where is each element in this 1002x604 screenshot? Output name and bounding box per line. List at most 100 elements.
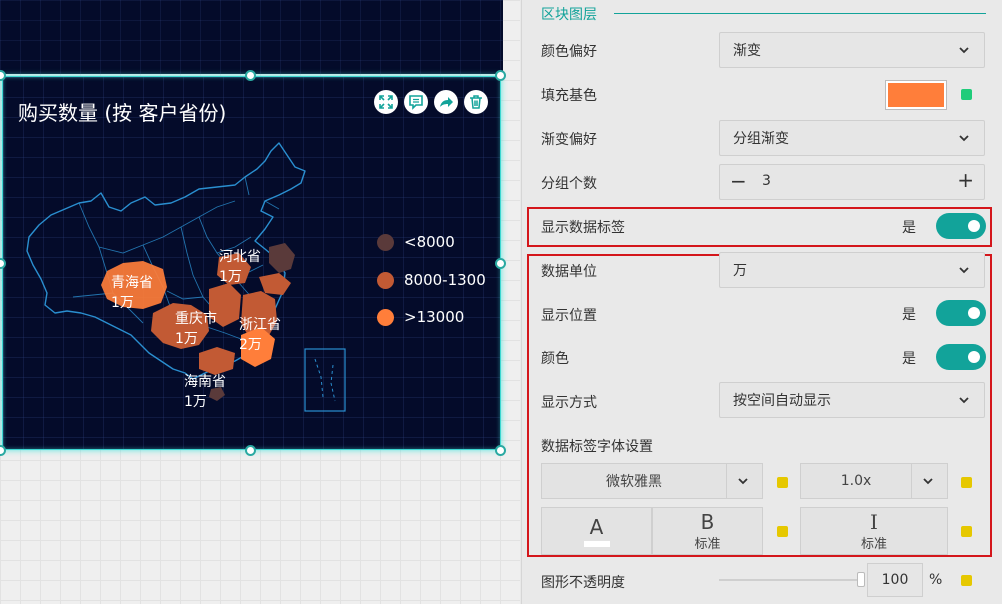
map-label-chongqing: 重庆市 1万 [175, 309, 217, 349]
display-mode-label: 显示方式 [541, 395, 597, 411]
toggle-knob [968, 220, 980, 232]
select-value: 分组渐变 [733, 131, 789, 147]
select-value: 渐变 [733, 43, 761, 59]
south-china-sea-inset [304, 348, 346, 412]
group-count-stepper[interactable]: − 3 + [719, 164, 985, 200]
data-unit-label: 数据单位 [541, 264, 597, 280]
resize-handle[interactable] [245, 445, 256, 456]
properties-panel: 区块图层 颜色偏好 渐变 填充基色 渐变偏好 分组渐变 分组个数 − 3 + 显… [521, 0, 1002, 604]
divider [726, 464, 727, 498]
legend-item-high[interactable]: >13000 [377, 308, 464, 326]
show-labels-toggle[interactable] [936, 213, 986, 239]
region-shandong [259, 273, 291, 295]
legend-dot [377, 308, 394, 326]
region-hebei [269, 243, 295, 273]
show-labels-state: 是 [902, 220, 916, 236]
style-indicator[interactable] [777, 526, 788, 537]
italic-state: 标准 [860, 536, 887, 552]
region-south [199, 347, 235, 375]
italic-button[interactable]: I 标准 [800, 507, 948, 555]
italic-indicator[interactable] [961, 526, 972, 537]
chevron-down-icon [959, 267, 969, 274]
gradient-pref-label: 渐变偏好 [541, 132, 597, 148]
map-label-name: 河北省 [219, 249, 261, 265]
font-family-select[interactable]: 微软雅黑 [541, 463, 763, 499]
bold-button[interactable]: B 标准 [652, 507, 763, 555]
chevron-down-icon [959, 397, 969, 404]
map-label-hebei: 河北省 1万 [219, 247, 261, 287]
font-settings-label: 数据标签字体设置 [541, 439, 653, 455]
chart-title: 购买数量 (按 客户省份) [18, 101, 227, 125]
color-pref-label: 颜色偏好 [541, 44, 597, 60]
map-chart-widget[interactable]: 购买数量 (按 客户省份) <8000 8000-1300 >13000 河北省… [2, 76, 501, 450]
map-label-value: 2万 [239, 337, 262, 353]
chevron-down-icon [738, 478, 748, 485]
resize-handle[interactable] [245, 70, 256, 81]
font-indicator[interactable] [777, 477, 788, 488]
resize-handle[interactable] [495, 445, 506, 456]
map-label-name: 浙江省 [239, 317, 281, 333]
section-title: 区块图层 [541, 7, 597, 23]
font-color-glyph: A [589, 514, 604, 539]
fullscreen-icon[interactable] [374, 90, 398, 114]
show-position-toggle[interactable] [936, 300, 986, 326]
legend-label: 8000-1300 [404, 271, 486, 289]
color-toggle[interactable] [936, 344, 986, 370]
show-position-label: 显示位置 [541, 308, 597, 324]
inset-dashes [314, 358, 336, 402]
color-state: 是 [902, 351, 916, 367]
fill-base-label: 填充基色 [541, 88, 597, 104]
divider [911, 464, 912, 498]
resize-handle[interactable] [495, 258, 506, 269]
map-label-value: 1万 [175, 331, 198, 347]
gradient-pref-select[interactable]: 分组渐变 [719, 120, 985, 156]
select-value: 万 [733, 263, 747, 279]
fill-color-picker[interactable] [885, 80, 947, 110]
font-color-button[interactable]: A [541, 507, 652, 555]
map-label-value: 1万 [219, 269, 242, 285]
opacity-slider-handle[interactable] [857, 572, 865, 587]
increment-button[interactable]: + [957, 168, 974, 192]
color-pref-select[interactable]: 渐变 [719, 32, 985, 68]
map-label-value: 1万 [111, 295, 134, 311]
fill-color-swatch [888, 83, 944, 107]
scale-indicator[interactable] [961, 477, 972, 488]
opacity-input[interactable]: 100 [867, 563, 923, 597]
fill-indicator[interactable] [961, 89, 972, 100]
data-unit-select[interactable]: 万 [719, 252, 985, 288]
opacity-value: 100 [881, 572, 909, 588]
text-cursor-glyph: I [870, 509, 878, 534]
resize-handle[interactable] [0, 445, 6, 456]
legend-label: >13000 [404, 308, 465, 326]
map-label-qinghai: 青海省 1万 [111, 273, 153, 313]
bold-state: 标准 [694, 536, 721, 552]
section-divider [614, 13, 986, 14]
map-label-name: 重庆市 [175, 311, 217, 327]
display-mode-select[interactable]: 按空间自动显示 [719, 382, 985, 418]
color-label: 颜色 [541, 351, 569, 367]
legend-label: <8000 [404, 233, 455, 251]
stepper-value[interactable]: 3 [762, 173, 771, 189]
trash-icon[interactable] [464, 90, 488, 114]
comment-icon[interactable] [404, 90, 428, 114]
toggle-knob [968, 351, 980, 363]
map-label-name: 青海省 [111, 275, 153, 291]
opacity-slider-track[interactable] [719, 579, 863, 581]
show-position-state: 是 [902, 307, 916, 323]
opacity-indicator[interactable] [961, 575, 972, 586]
share-icon[interactable] [434, 90, 458, 114]
resize-handle[interactable] [495, 70, 506, 81]
map-label-name: 海南省 [184, 374, 226, 390]
font-family-value: 微软雅黑 [606, 474, 662, 490]
font-scale-select[interactable]: 1.0x [800, 463, 948, 499]
legend-item-mid[interactable]: 8000-1300 [377, 271, 486, 289]
chart-background-top [0, 0, 503, 74]
chevron-down-icon [959, 135, 969, 142]
legend-item-low[interactable]: <8000 [377, 233, 455, 251]
decrement-button[interactable]: − [730, 169, 747, 193]
design-canvas: 购买数量 (按 客户省份) <8000 8000-1300 >13000 河北省… [0, 0, 520, 604]
map-label-hainan: 海南省 1万 [184, 372, 226, 412]
map-label-zhejiang: 浙江省 2万 [239, 315, 281, 355]
opacity-label: 图形不透明度 [541, 575, 625, 591]
legend-dot [377, 233, 394, 251]
